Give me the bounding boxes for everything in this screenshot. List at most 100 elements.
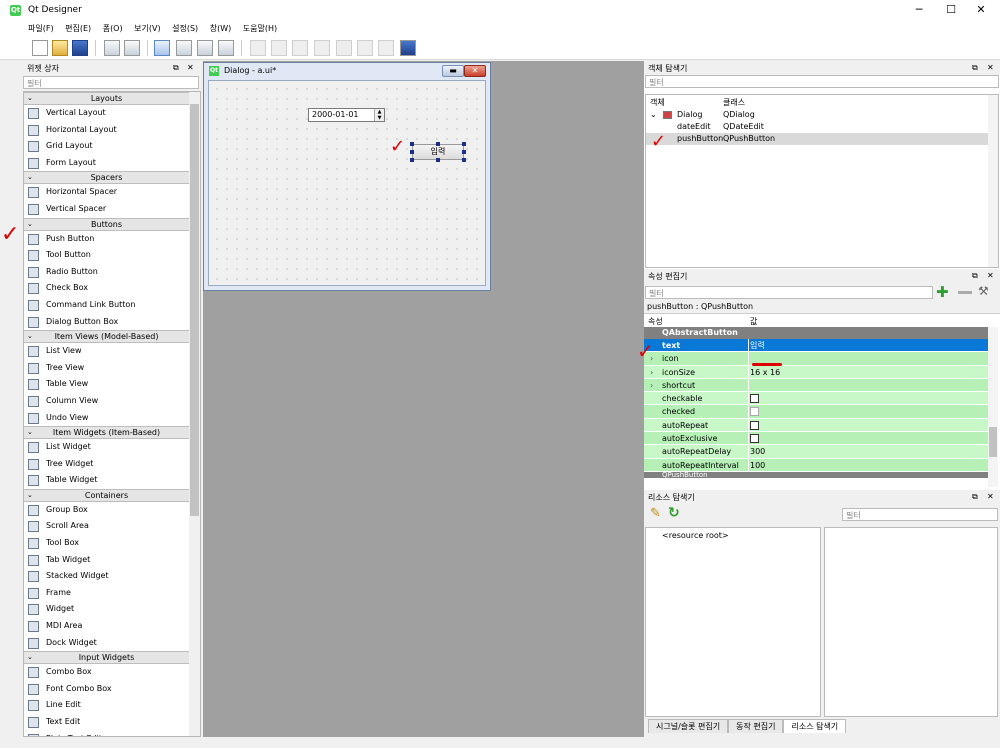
close-icon[interactable]: ✕ (987, 271, 994, 280)
menu-settings[interactable]: 설정(S) (167, 20, 202, 34)
edit-signals-slots-icon[interactable] (176, 40, 192, 56)
widget-item[interactable]: Command Link Button (24, 297, 189, 314)
category-header[interactable]: ⌄ Item Widgets (Item-Based) (24, 426, 189, 440)
property-checkbox[interactable] (750, 420, 759, 430)
selection-handle[interactable] (462, 142, 466, 146)
property-scrollbar[interactable] (988, 327, 998, 487)
category-header[interactable]: ⌄ Item Views (Model-Based) (24, 330, 189, 344)
category-header[interactable]: ⌄ Spacers (24, 171, 189, 185)
property-row[interactable]: › icon (644, 352, 988, 366)
date-spin-icon[interactable]: ▲ ▼ (374, 109, 384, 121)
widget-item[interactable]: Column View (24, 393, 189, 410)
chevron-down-icon[interactable]: ⌄ (27, 652, 33, 663)
property-row[interactable]: autoRepeatInterval 100 (644, 458, 988, 472)
widget-item[interactable]: Vertical Layout (24, 105, 189, 122)
property-group-header[interactable]: QAbstractButton (644, 327, 988, 339)
edit-buddies-icon[interactable] (197, 40, 213, 56)
new-form-icon[interactable] (32, 40, 48, 56)
widget-item[interactable]: Horizontal Spacer (24, 184, 189, 201)
property-filter[interactable]: 필터 (645, 286, 933, 299)
expand-icon[interactable]: ⌄ (650, 109, 657, 121)
tab-signal-slot-editor[interactable]: 시그널/슬롯 편집기 (648, 719, 729, 733)
selection-handle[interactable] (462, 150, 466, 154)
adjust-size-icon[interactable] (400, 40, 416, 56)
widget-item[interactable]: Dialog Button Box (24, 314, 189, 331)
tree-row-dialog[interactable]: ⌄ Dialog QDialog (646, 109, 998, 121)
widget-item[interactable]: List Widget (24, 439, 189, 456)
menu-help[interactable]: 도움말(H) (238, 20, 281, 34)
edit-resources-pencil-icon[interactable]: ✎ (650, 506, 661, 521)
edit-tab-order-icon[interactable] (218, 40, 234, 56)
layout-horizontal-icon[interactable] (250, 40, 266, 56)
widget-item[interactable]: Horizontal Layout (24, 122, 189, 139)
selection-handle[interactable] (436, 158, 440, 162)
float-icon[interactable]: ⧉ (173, 63, 179, 73)
widget-item[interactable]: Plain Text Edit (24, 731, 189, 736)
widget-item[interactable]: Grid Layout (24, 138, 189, 155)
selection-handle[interactable] (410, 142, 414, 146)
chevron-down-icon[interactable]: ⌄ (27, 331, 33, 342)
object-filter[interactable]: 필터 (645, 75, 999, 88)
widget-item[interactable]: Scroll Area (24, 518, 189, 535)
chevron-down-icon[interactable]: ⌄ (27, 427, 33, 438)
close-icon[interactable]: ✕ (187, 63, 194, 72)
close-icon[interactable]: ✕ (987, 492, 994, 501)
resource-root[interactable]: <resource root> (662, 531, 729, 540)
property-checkbox[interactable] (750, 394, 759, 404)
widget-item[interactable]: Check Box (24, 280, 189, 297)
widget-item[interactable]: Stacked Widget (24, 568, 189, 585)
category-header[interactable]: ⌄ Buttons (24, 217, 189, 231)
widget-box-scrollbar[interactable] (189, 92, 200, 736)
widget-item[interactable]: Widget (24, 601, 189, 618)
menu-view[interactable]: 보기(V) (129, 20, 164, 34)
close-icon[interactable]: ✕ (987, 63, 994, 72)
widget-item[interactable]: Frame (24, 585, 189, 602)
float-icon[interactable]: ⧉ (972, 63, 978, 73)
tab-resource-browser[interactable]: 리소스 탐색기 (783, 719, 847, 733)
widget-item[interactable]: Push Button (24, 231, 189, 248)
widget-item[interactable]: Group Box (24, 502, 189, 519)
property-row[interactable]: › shortcut (644, 378, 988, 393)
widget-item[interactable]: Form Layout (24, 155, 189, 172)
widget-item[interactable]: Table Widget (24, 472, 189, 489)
expand-arrow-icon[interactable]: › (650, 379, 653, 392)
property-row[interactable]: checkable (644, 392, 988, 406)
widget-item[interactable]: Radio Button (24, 264, 189, 281)
selection-handle[interactable] (410, 150, 414, 154)
reload-icon[interactable]: ↻ (668, 505, 680, 521)
close-window-button[interactable]: ✕ (970, 3, 992, 17)
float-icon[interactable]: ⧉ (972, 271, 978, 281)
property-row[interactable]: autoRepeatDelay 300 (644, 445, 988, 459)
widget-item[interactable]: Vertical Spacer (24, 201, 189, 218)
dialog-form-window[interactable]: Qt Dialog - a.ui* ▬ ✕ 2000-01-01 ▲ ▼ 입력 (203, 62, 491, 291)
property-row[interactable]: text 입력 (644, 339, 988, 353)
menu-form[interactable]: 폼(O) (98, 20, 127, 34)
selection-handle[interactable] (436, 142, 440, 146)
dialog-canvas[interactable]: 2000-01-01 ▲ ▼ 입력 (208, 80, 486, 286)
selection-handle[interactable] (462, 158, 466, 162)
save-form-icon[interactable] (72, 40, 88, 56)
chevron-down-icon[interactable]: ⌄ (27, 93, 33, 104)
tree-row-dateedit[interactable]: dateEdit QDateEdit (646, 121, 998, 133)
category-header[interactable]: ⌄ Input Widgets (24, 651, 189, 665)
break-layout-icon[interactable] (378, 40, 394, 56)
resource-filter[interactable]: 필터 (842, 508, 998, 521)
chevron-down-icon[interactable]: ⌄ (27, 172, 33, 183)
tab-action-editor[interactable]: 동작 편집기 (728, 719, 784, 733)
property-row[interactable]: › iconSize 16 x 16 (644, 365, 988, 379)
widget-item[interactable]: List View (24, 343, 189, 360)
category-header[interactable]: ⌄ Layouts (24, 92, 189, 105)
edit-widgets-icon[interactable] (154, 40, 170, 56)
chevron-down-icon[interactable]: ⌄ (27, 219, 33, 230)
widget-item[interactable]: MDI Area (24, 618, 189, 635)
dialog-close-button[interactable]: ✕ (464, 65, 486, 77)
menu-window[interactable]: 창(W) (205, 20, 236, 34)
widget-item[interactable]: Tree Widget (24, 456, 189, 473)
minimize-button[interactable]: ─ (908, 3, 930, 17)
widget-item[interactable]: Line Edit (24, 697, 189, 714)
object-tree-scrollbar[interactable] (988, 95, 998, 267)
add-property-icon[interactable]: ✚ (936, 283, 949, 301)
remove-property-icon[interactable] (958, 291, 972, 294)
configure-wrench-icon[interactable]: ⚒ (978, 284, 989, 298)
float-icon[interactable]: ⧉ (972, 492, 978, 502)
